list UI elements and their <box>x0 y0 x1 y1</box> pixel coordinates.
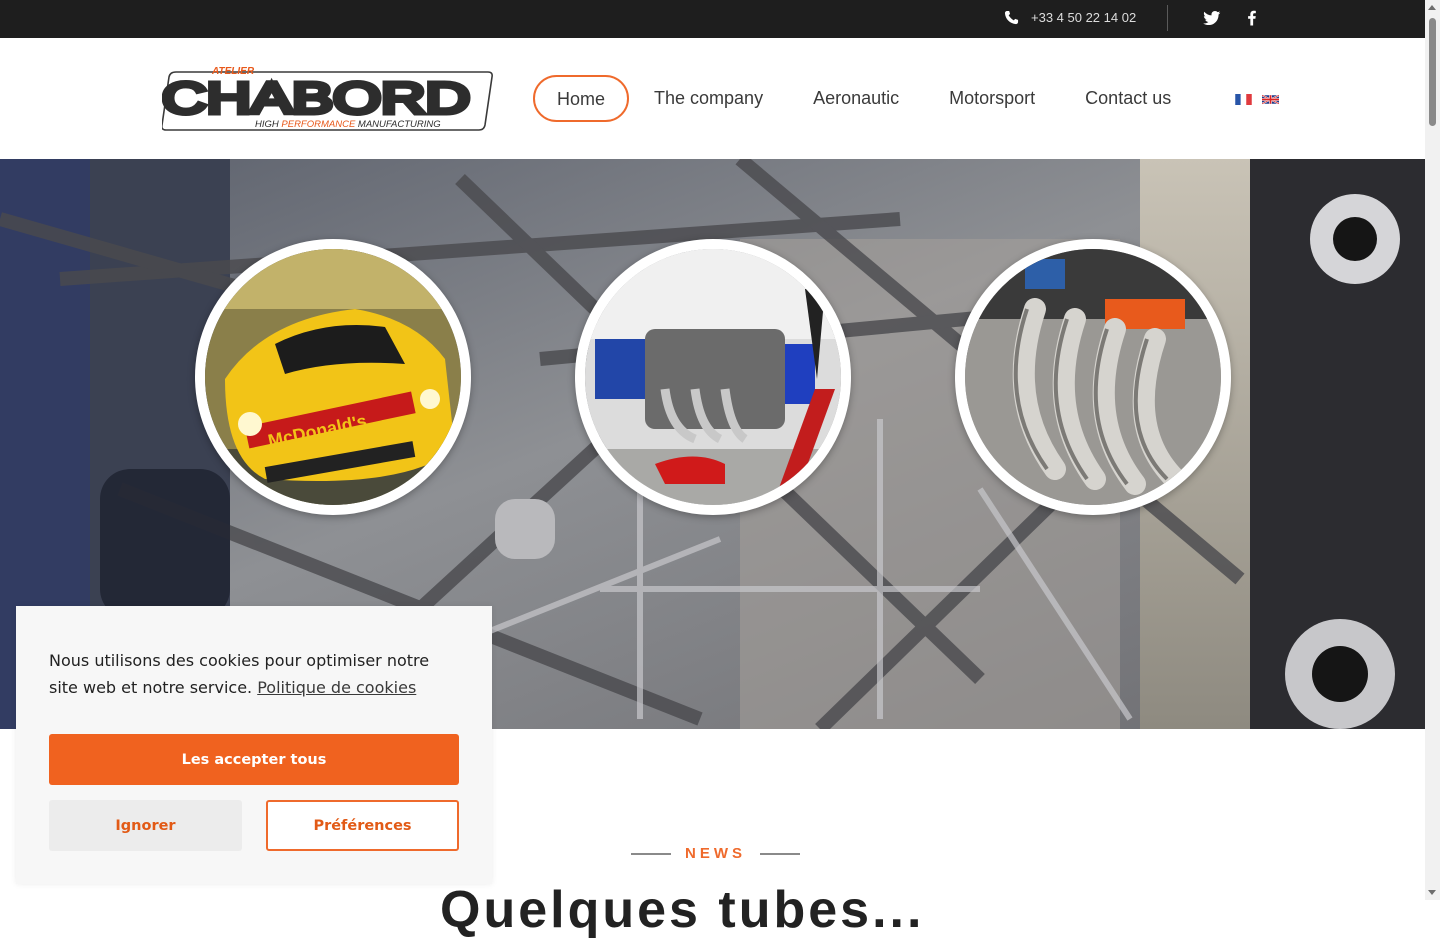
nav-motorsport[interactable]: Motorsport <box>924 75 1060 122</box>
ignore-cookies-button[interactable]: Ignorer <box>49 800 242 851</box>
nav-the-company[interactable]: The company <box>629 75 788 122</box>
cookie-message: Nous utilisons des cookies pour optimise… <box>49 647 459 701</box>
exhaust-manifold-photo <box>965 249 1221 505</box>
phone-number: +33 4 50 22 14 02 <box>1031 10 1137 25</box>
nav-contact-us[interactable]: Contact us <box>1060 75 1196 122</box>
scroll-up-arrow[interactable] <box>1428 5 1436 10</box>
news-kicker: NEWS <box>685 845 746 862</box>
motorsport-circle-image[interactable]: McDonald's <box>195 239 471 515</box>
news-section-heading: NEWS <box>631 845 800 862</box>
nav-home[interactable]: Home <box>533 75 630 122</box>
logo-main-text: CHABORD <box>162 74 470 123</box>
aircraft-engine-photo <box>585 249 841 505</box>
facebook-icon[interactable] <box>1243 9 1261 27</box>
nav-aeronautic[interactable]: Aeronautic <box>788 75 924 122</box>
topbar-divider <box>1167 5 1168 31</box>
cookie-policy-link[interactable]: Politique de cookies <box>257 678 416 697</box>
site-header: ATELIER CHABORD HIGH PERFORMANCE MANUFAC… <box>0 38 1425 159</box>
flag-fr-icon[interactable] <box>1235 94 1252 105</box>
language-switcher <box>1235 94 1279 105</box>
chabord-logo[interactable]: ATELIER CHABORD HIGH PERFORMANCE MANUFAC… <box>162 65 494 133</box>
race-car-photo: McDonald's <box>205 249 461 505</box>
cookie-preferences-button[interactable]: Préférences <box>266 800 459 851</box>
page-scrollbar[interactable] <box>1425 0 1440 900</box>
main-nav: Home The company Aeronautic Motorsport C… <box>533 75 1196 122</box>
aeronautic-circle-image[interactable] <box>575 239 851 515</box>
logo-tagline-high: HIGH <box>255 119 281 130</box>
scroll-thumb[interactable] <box>1429 18 1436 126</box>
scroll-down-arrow[interactable] <box>1428 890 1436 895</box>
logo-tagline-manufacturing: MANUFACTURING <box>355 119 440 130</box>
phone-contact[interactable]: +33 4 50 22 14 02 <box>1004 10 1136 25</box>
accept-all-cookies-button[interactable]: Les accepter tous <box>49 734 459 785</box>
flag-gb-icon[interactable] <box>1262 94 1279 105</box>
twitter-icon[interactable] <box>1203 9 1221 27</box>
svg-text:HIGH PERFORMANCE MANUFACTURING: HIGH PERFORMANCE MANUFACTURING <box>255 119 441 130</box>
news-line-right <box>760 852 800 855</box>
cookie-consent-banner: Nous utilisons des cookies pour optimise… <box>16 606 492 884</box>
top-bar: +33 4 50 22 14 02 <box>0 0 1425 38</box>
manufacturing-circle-image[interactable] <box>955 239 1231 515</box>
news-line-left <box>631 852 671 855</box>
phone-icon <box>1004 10 1019 25</box>
news-title: Quelques tubes... <box>440 881 925 939</box>
logo-tagline-performance: PERFORMANCE <box>281 119 356 130</box>
